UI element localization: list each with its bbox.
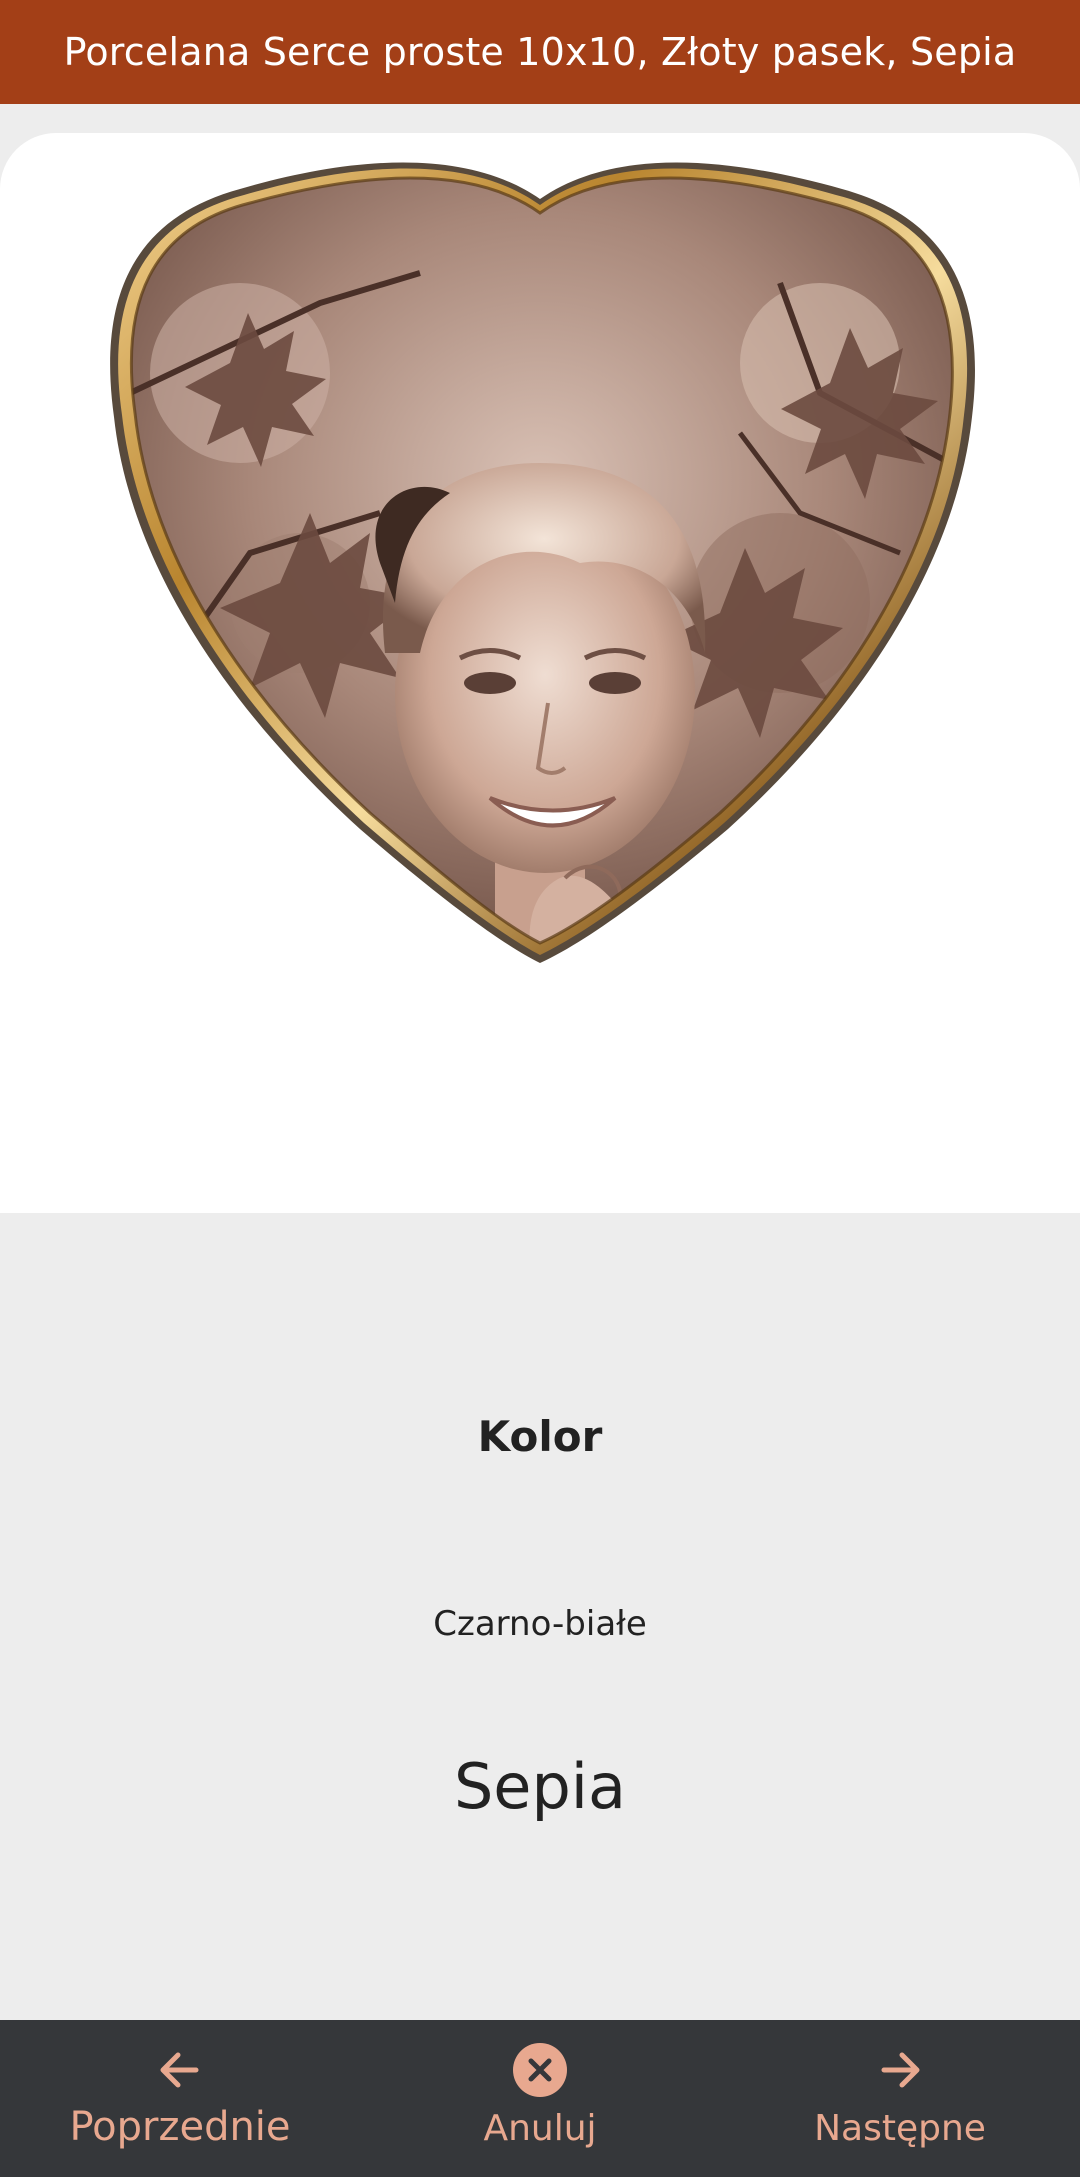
option-sepia[interactable]: Sepia (0, 1750, 1080, 1823)
previous-button[interactable]: Poprzednie (40, 2020, 320, 2177)
page-title: Porcelana Serce proste 10x10, Złoty pase… (63, 30, 1017, 74)
heart-photo-preview (110, 162, 975, 963)
product-preview-card (0, 133, 1080, 1213)
bottom-nav-bar: Poprzednie Anuluj Następne (0, 2020, 1080, 2177)
previous-label: Poprzednie (69, 2104, 291, 2150)
next-button[interactable]: Następne (760, 2020, 1040, 2177)
cancel-label: Anuluj (483, 2108, 597, 2149)
arrow-right-icon (881, 2052, 920, 2088)
option-black-white[interactable]: Czarno-białe (0, 1604, 1080, 1644)
close-circle-icon (513, 2043, 567, 2097)
app-header: Porcelana Serce proste 10x10, Złoty pase… (0, 0, 1080, 104)
cancel-button[interactable]: Anuluj (400, 2020, 680, 2177)
next-label: Następne (814, 2108, 986, 2149)
arrow-left-icon (160, 2052, 199, 2088)
color-section-label: Kolor (477, 1412, 603, 1461)
